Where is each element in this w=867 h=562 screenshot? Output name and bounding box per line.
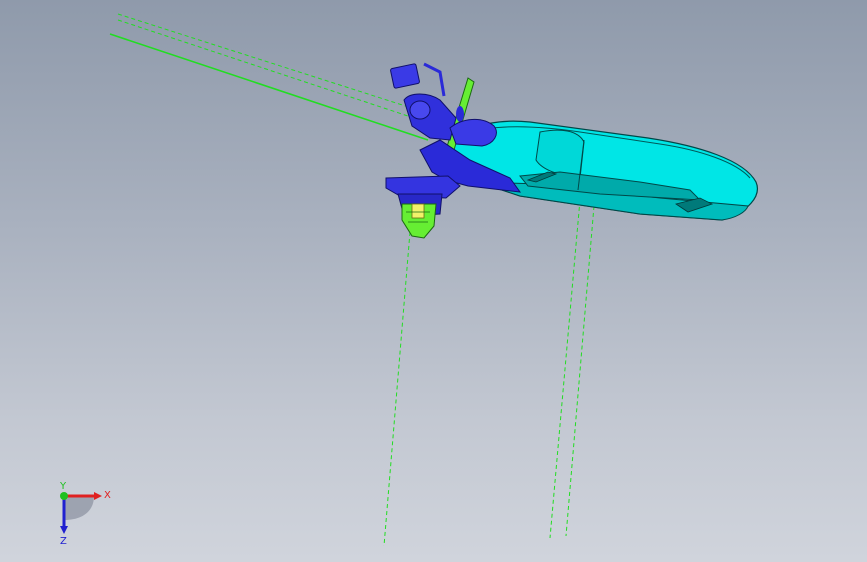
triad-y-label: Y bbox=[59, 481, 67, 492]
sketch-line-dashed-1 bbox=[117, 13, 419, 111]
sketch-line-dashed-2 bbox=[117, 19, 415, 119]
sketch-lines bbox=[109, 13, 595, 547]
sketch-line-dashed-3 bbox=[383, 231, 411, 547]
graphics-viewport[interactable]: X Y Z bbox=[0, 0, 867, 562]
connector-housing bbox=[403, 93, 457, 141]
sketch-line-dashed-4 bbox=[549, 199, 581, 539]
triad-shadow bbox=[64, 496, 94, 520]
orientation-triad[interactable]: X Y Z bbox=[40, 480, 130, 550]
triad-z-label: Z bbox=[60, 536, 67, 547]
triad-y-axis bbox=[60, 492, 68, 500]
mount-plate-hole bbox=[456, 106, 464, 122]
triad-x-label: X bbox=[104, 490, 111, 501]
wire-lead bbox=[423, 62, 446, 97]
retaining-clip[interactable] bbox=[401, 203, 437, 239]
wire-plug bbox=[390, 63, 420, 89]
connector-tube bbox=[449, 119, 497, 147]
triad-x-arrow bbox=[94, 492, 102, 500]
sketch-line-solid bbox=[109, 33, 429, 141]
connector-ring bbox=[409, 100, 431, 120]
clip-insert bbox=[411, 203, 425, 219]
triad-z-arrow bbox=[60, 526, 68, 534]
sketch-line-dashed-5 bbox=[565, 205, 595, 537]
model-scene[interactable] bbox=[0, 0, 867, 562]
